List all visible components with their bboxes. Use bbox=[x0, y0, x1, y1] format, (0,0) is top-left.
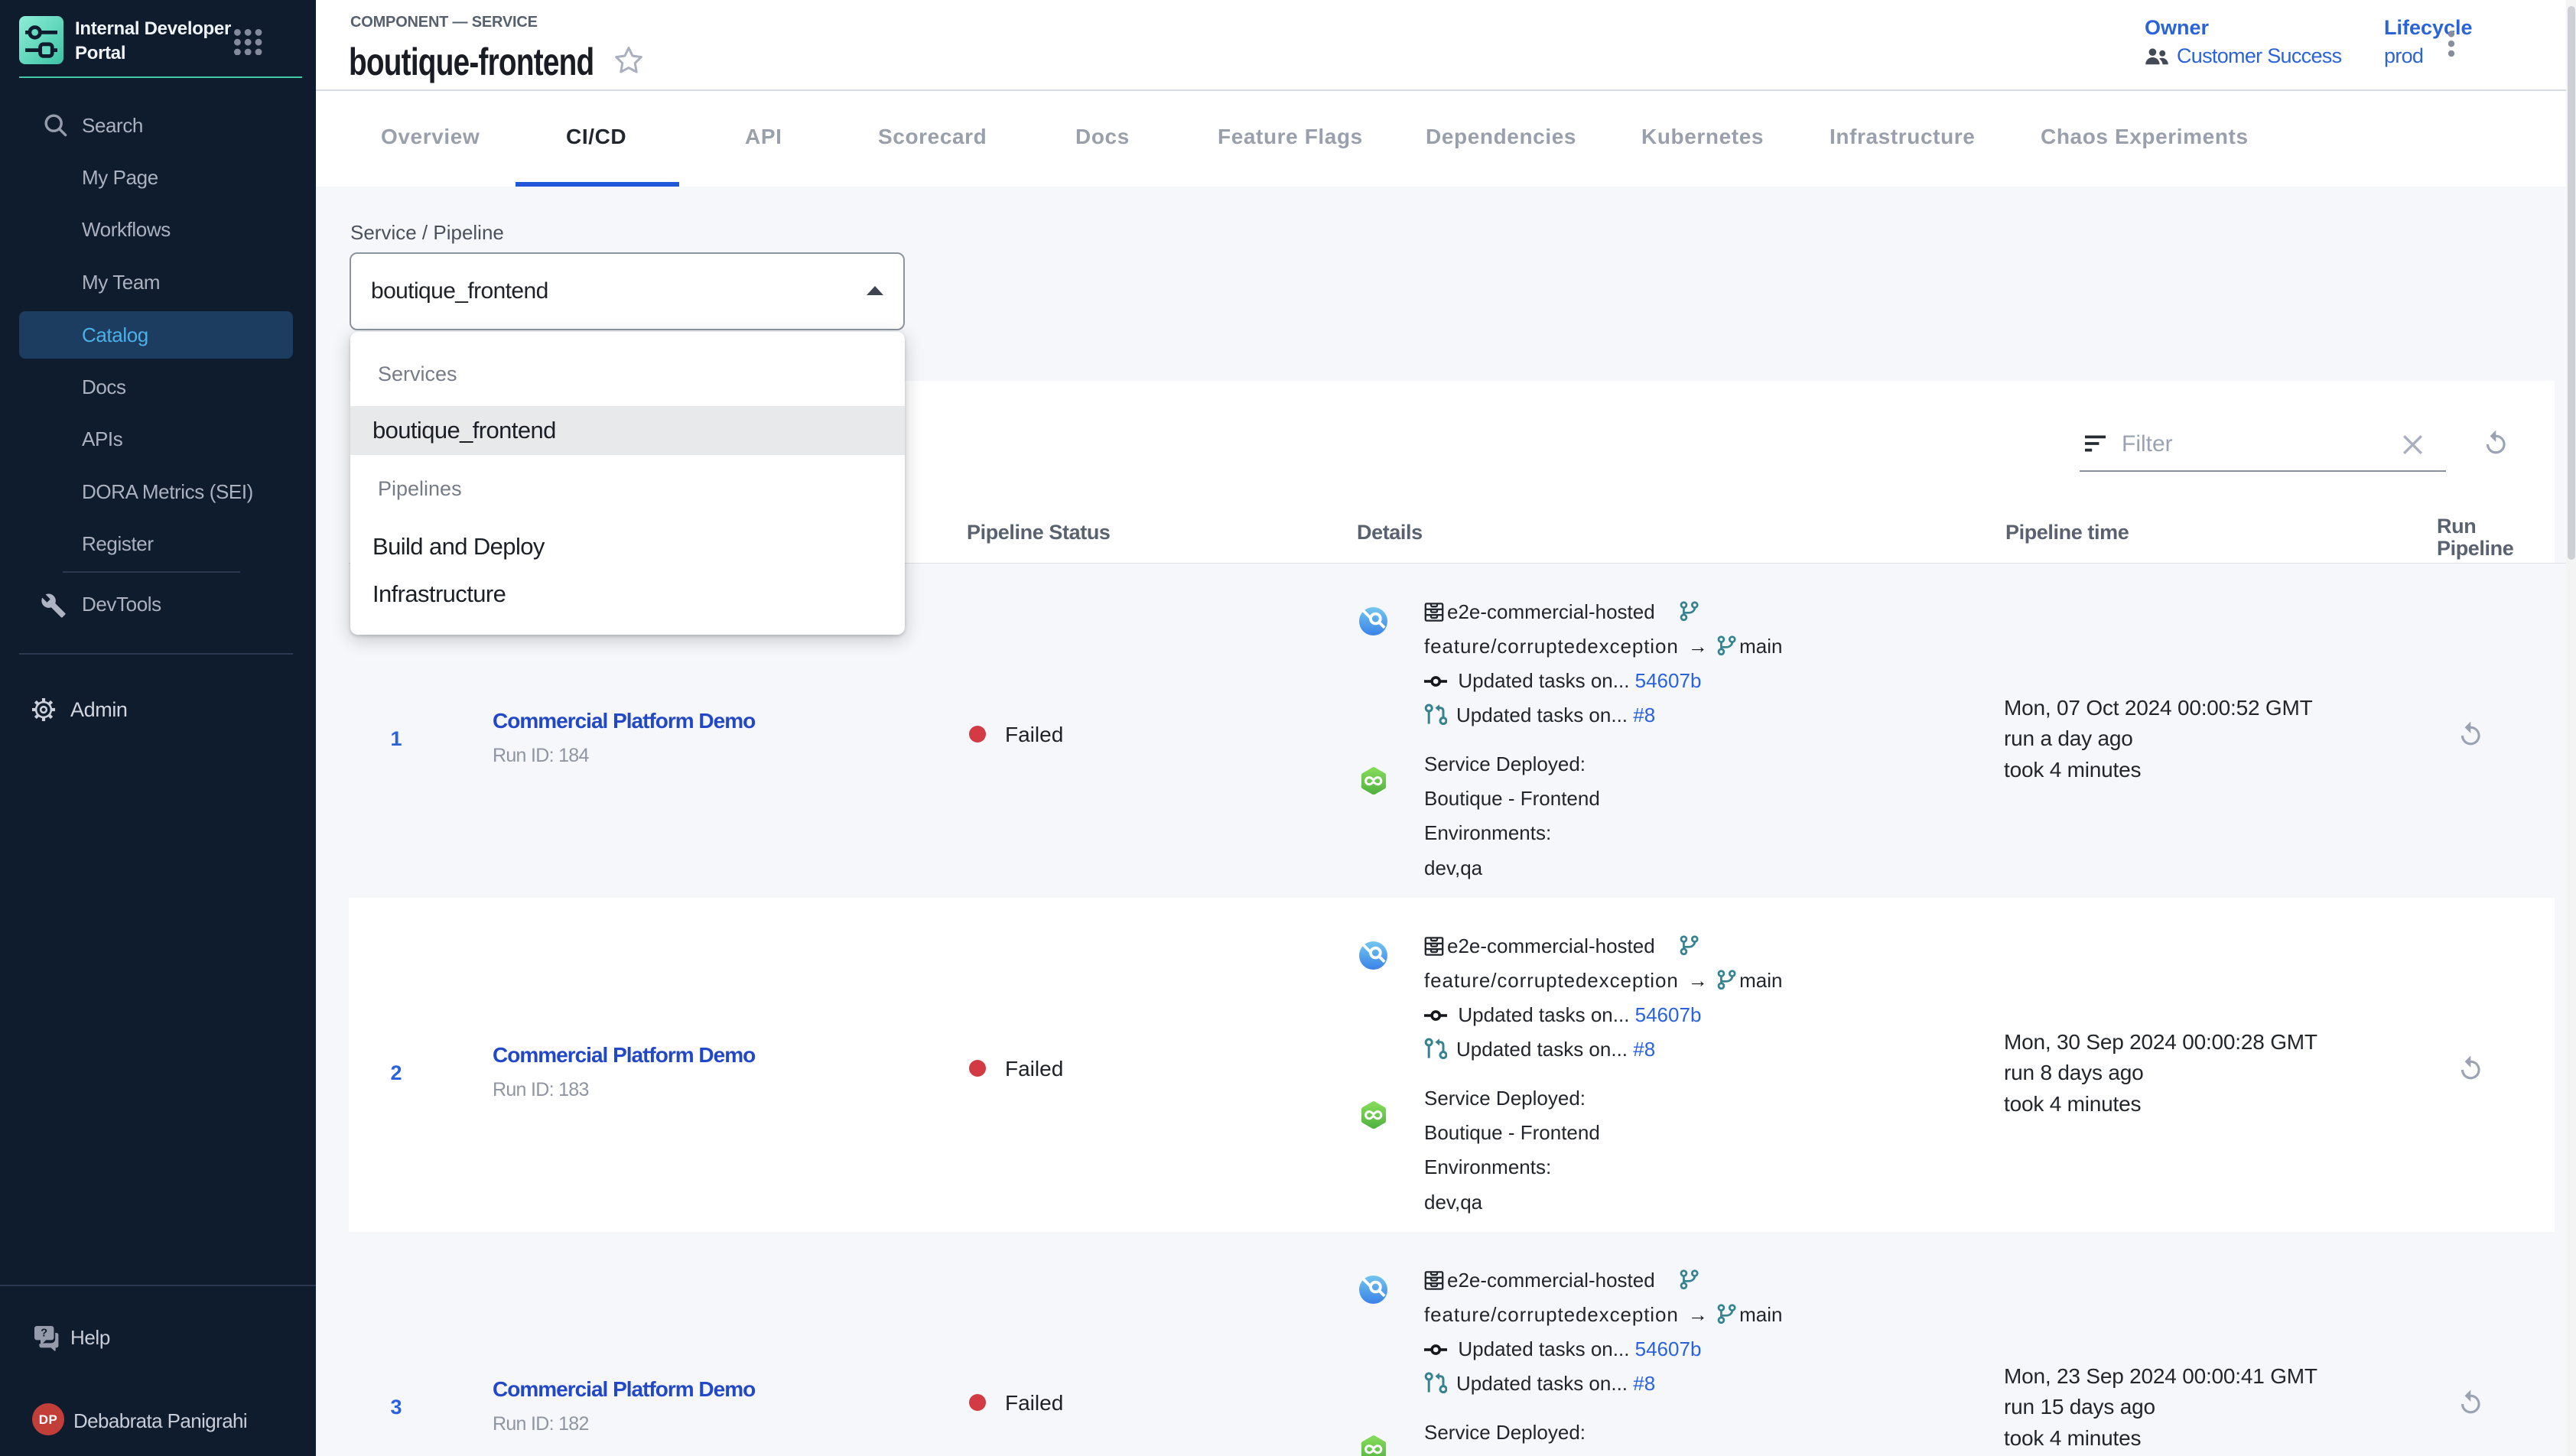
svg-text:?: ? bbox=[41, 1328, 47, 1340]
